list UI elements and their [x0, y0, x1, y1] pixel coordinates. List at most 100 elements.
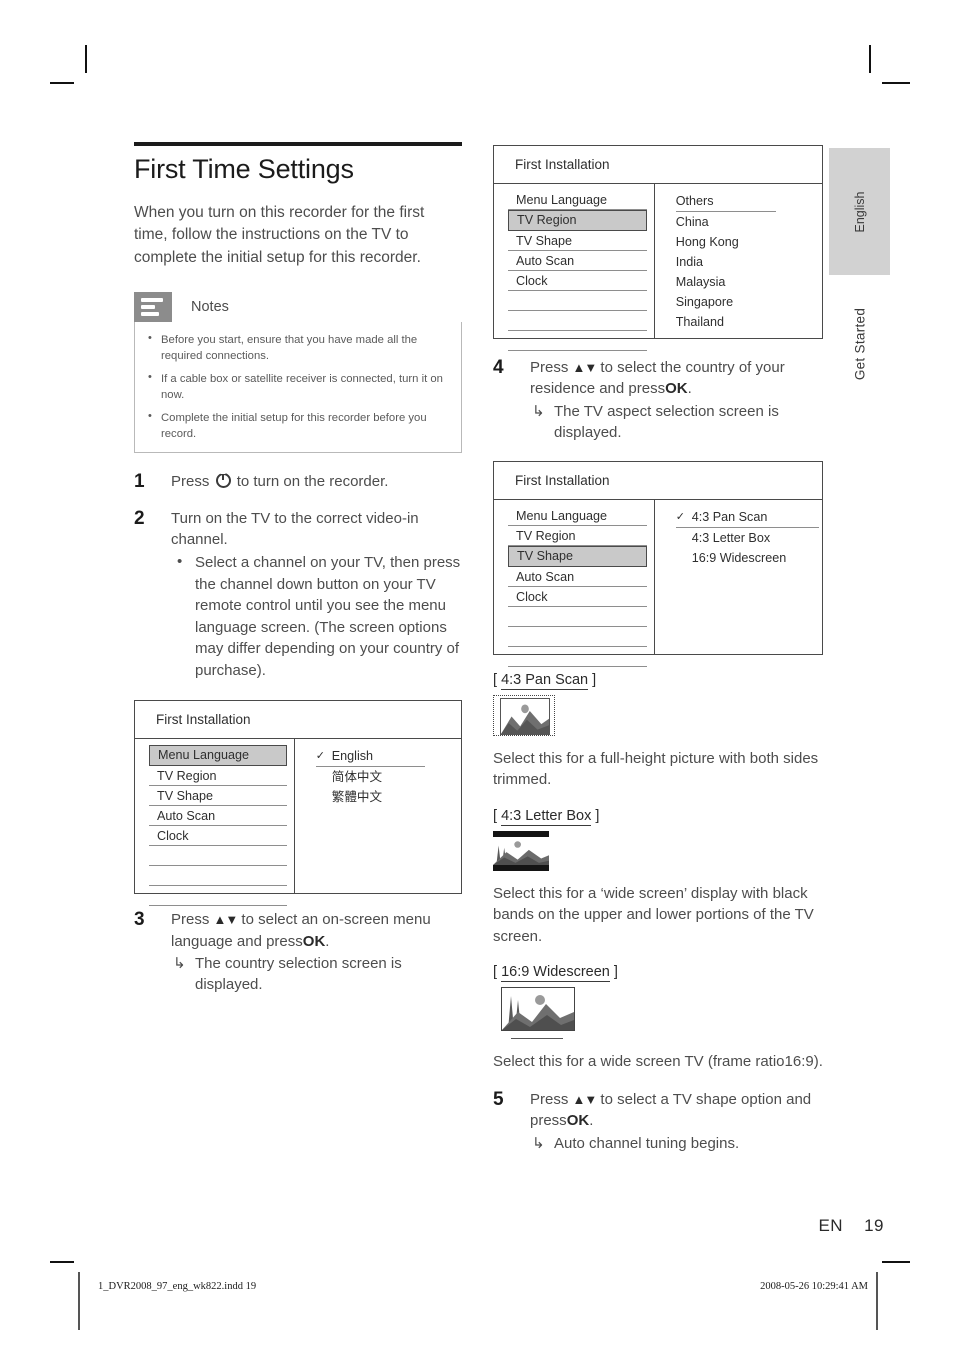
pan-scan-scene-icon [501, 704, 549, 734]
osd-menu-item-empty [508, 291, 647, 311]
osd-option-letter-box[interactable]: 4:3 Letter Box [676, 528, 822, 548]
osd-menu-item-clock[interactable]: Clock [508, 587, 647, 607]
crop-mark-top-left-vertical [85, 45, 87, 73]
osd-option-singapore[interactable]: Singapore [676, 292, 822, 312]
osd-menu-language: First Installation Menu Language TV Regi… [134, 700, 462, 907]
osd-menu-item-empty [508, 311, 647, 331]
step-text-before: Press [530, 1090, 569, 1108]
osd-option-malaysia[interactable]: Malaysia [676, 272, 822, 292]
up-down-arrows-icon: ▲▼ [213, 912, 239, 928]
step-5: 5 Press ▲▼ to select a TV shape option a… [493, 1089, 823, 1155]
aspect-heading-pan-scan: [ 4:3 Pan Scan ] [493, 671, 823, 690]
osd-option-label: 4:3 Pan Scan [691, 509, 768, 524]
left-column: First Time Settings When you turn on thi… [134, 142, 462, 996]
osd-menu-item-tv-shape[interactable]: TV Shape [149, 786, 287, 807]
osd-option-thailand[interactable]: Thailand [676, 312, 822, 332]
osd-menu-list: Menu Language TV Region TV Shape Auto Sc… [135, 739, 295, 907]
bracket-open: [ [493, 807, 498, 824]
side-tab-section-label: Get Started [852, 307, 867, 381]
osd-option-traditional-chinese[interactable]: 繁體中文 [316, 787, 461, 807]
osd-option-label: English [331, 749, 374, 764]
osd-menu-item-clock[interactable]: Clock [149, 826, 287, 847]
check-icon: ✓ [315, 750, 325, 763]
step-number: 2 [134, 507, 145, 529]
crop-mark-bottom-left-horizontal [50, 1261, 74, 1263]
bracket-open: [ [493, 671, 498, 688]
osd-menu-item-clock[interactable]: Clock [508, 271, 647, 291]
step-3: 3 Press ▲▼ to select an on-screen menu l… [134, 909, 462, 996]
osd-menu-item-empty [149, 846, 287, 867]
notes-box: Notes Before you start, ensure that you … [134, 291, 462, 453]
crop-mark-top-right-vertical [869, 45, 871, 73]
osd-option-pan-scan[interactable]: ✓ 4:3 Pan Scan [675, 507, 820, 528]
step-text-end: . [325, 932, 330, 950]
notes-body: Before you start, ensure that you have m… [134, 321, 462, 453]
side-tab-language-label: English [852, 191, 867, 232]
folio: EN 19 [818, 1216, 884, 1236]
letterbox-bottom-bar [493, 864, 549, 871]
osd-menu-item-empty [508, 627, 647, 647]
osd-menu-item-menu-language[interactable]: Menu Language [149, 745, 287, 767]
aspect-heading-widescreen: [ 16:9 Widescreen ] [493, 963, 823, 982]
osd-menu-item-tv-shape[interactable]: TV Shape [508, 231, 647, 251]
osd-menu-item-tv-region[interactable]: TV Region [149, 766, 287, 787]
step-number: 1 [134, 470, 145, 492]
osd-title: First Installation [494, 146, 822, 184]
step-number: 4 [493, 357, 504, 378]
step-1: 1 Press to turn on the recorder. [134, 471, 462, 493]
tv-pan-scan-thumbnail [493, 694, 823, 736]
osd-menu-item-empty [508, 607, 647, 627]
locale-code: EN [818, 1216, 844, 1235]
osd-menu-list: Menu Language TV Region TV Shape Auto Sc… [494, 184, 655, 351]
aspect-heading-letter-box: [ 4:3 Letter Box ] [493, 807, 823, 826]
crop-mark-bottom-right-horizontal [882, 1261, 910, 1263]
title-rule [134, 142, 462, 146]
osd-menu-item-tv-region[interactable]: TV Region [508, 526, 647, 546]
step-text-mid: to select the country of your residence … [530, 359, 785, 398]
osd-menu-item-empty [149, 866, 287, 887]
imprint-filename: 1_DVR2008_97_eng_wk822.indd 19 [98, 1281, 257, 1292]
aspect-description-widescreen: Select this for a wide screen TV (frame … [493, 1053, 823, 1071]
bracket-close: ] [592, 671, 597, 688]
osd-menu-item-menu-language[interactable]: Menu Language [508, 506, 647, 526]
osd-option-china[interactable]: China [676, 212, 822, 232]
osd-option-list: ✓ English 简体中文 繁體中文 [295, 739, 461, 893]
bracket-close: ] [613, 963, 618, 980]
tv-letter-box-thumbnail [493, 830, 823, 871]
osd-menu-item-tv-shape[interactable]: TV Shape [508, 545, 647, 567]
intro-paragraph: When you turn on this recorder for the f… [134, 203, 425, 266]
widescreen-underline [511, 1037, 563, 1040]
osd-menu-item-menu-language[interactable]: Menu Language [508, 190, 647, 210]
osd-menu-item-auto-scan[interactable]: Auto Scan [149, 806, 287, 827]
right-column: First Installation Menu Language TV Regi… [493, 145, 823, 1155]
step-text-end: . [589, 1112, 594, 1130]
step-text: Turn on the TV to the correct video-in c… [171, 508, 462, 682]
osd-option-simplified-chinese[interactable]: 简体中文 [316, 767, 461, 787]
power-icon [215, 472, 231, 488]
page-canvas: First Time Settings When you turn on thi… [0, 0, 954, 1347]
widescreen-scene-icon [502, 994, 574, 1030]
osd-menu-item-auto-scan[interactable]: Auto Scan [508, 567, 647, 587]
osd-tv-shape: First Installation Menu Language TV Regi… [493, 460, 823, 667]
osd-option-english[interactable]: ✓ English [315, 746, 426, 768]
ok-button-label: OK [665, 380, 688, 398]
osd-title: First Installation [135, 701, 461, 740]
step-text-before: Press [171, 911, 210, 929]
imprint-timestamp: 2008-05-26 10:29:41 AM [760, 1281, 868, 1292]
osd-menu-list: Menu Language TV Region TV Shape Auto Sc… [494, 499, 655, 667]
osd-menu-item-auto-scan[interactable]: Auto Scan [508, 251, 647, 271]
imprint-rule-left [78, 1272, 80, 1330]
check-icon: ✓ [675, 510, 685, 523]
page-title: First Time Settings [134, 154, 354, 184]
step-text-before: Press [171, 472, 210, 490]
osd-option-india[interactable]: India [676, 252, 822, 272]
step-4: 4 Press ▲▼ to select the country of your… [493, 357, 823, 444]
osd-option-hong-kong[interactable]: Hong Kong [676, 232, 822, 252]
osd-menu-item-tv-region[interactable]: TV Region [508, 210, 647, 231]
aspect-label: 16:9 Widescreen [501, 963, 610, 982]
bracket-open: [ [493, 963, 498, 980]
step-text: Press ▲▼ to select a TV shape option and… [530, 1089, 823, 1155]
osd-title: First Installation [494, 462, 822, 500]
osd-option-widescreen[interactable]: 16:9 Widescreen [676, 548, 822, 568]
osd-option-others[interactable]: Others [675, 191, 776, 212]
